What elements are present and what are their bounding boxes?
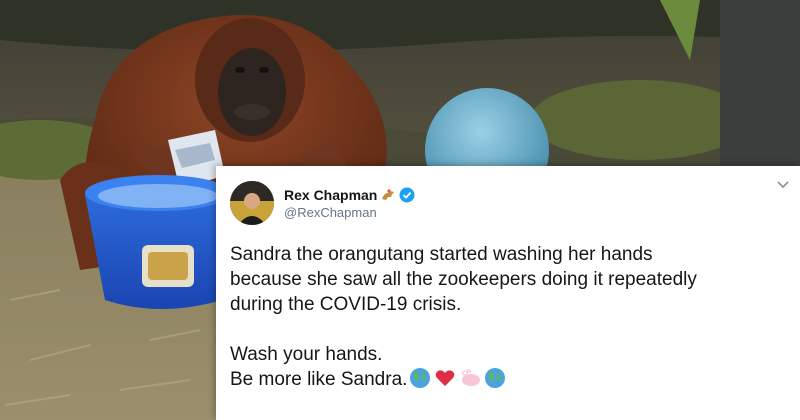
tweet-line-2: because she saw all the zookeepers doing… bbox=[230, 269, 697, 290]
red-heart-icon bbox=[436, 370, 455, 386]
handle[interactable]: @RexChapman bbox=[284, 205, 415, 220]
soap-icon bbox=[462, 369, 481, 386]
author-names: Rex Chapman @RexChapman bbox=[284, 187, 415, 220]
avatar-photo-icon bbox=[230, 181, 274, 225]
emoji-row bbox=[409, 367, 506, 389]
tweet-line-5: Be more like Sandra. bbox=[230, 367, 784, 392]
display-name-row: Rex Chapman bbox=[284, 187, 415, 203]
display-name[interactable]: Rex Chapman bbox=[284, 187, 377, 203]
globe-icon bbox=[485, 368, 506, 388]
tweet-header: Rex Chapman @RexChapman bbox=[230, 178, 784, 228]
chevron-down-icon[interactable] bbox=[776, 180, 790, 190]
tweet-line-1: Sandra the orangutang started washing he… bbox=[230, 244, 653, 265]
horse-racing-emoji bbox=[382, 188, 395, 200]
tweet-line-4: Wash your hands. bbox=[230, 344, 383, 365]
avatar[interactable] bbox=[230, 181, 274, 225]
tweet-text: Sandra the orangutang started washing he… bbox=[230, 242, 784, 392]
tweet-card[interactable]: Rex Chapman @RexChapman Sandra the orang… bbox=[216, 166, 800, 420]
tweet-line-5-text: Be more like Sandra. bbox=[230, 369, 408, 390]
verified-badge-icon bbox=[399, 187, 415, 202]
globe-icon bbox=[410, 368, 431, 388]
tweet-line-3: during the COVID-19 crisis. bbox=[230, 294, 462, 315]
